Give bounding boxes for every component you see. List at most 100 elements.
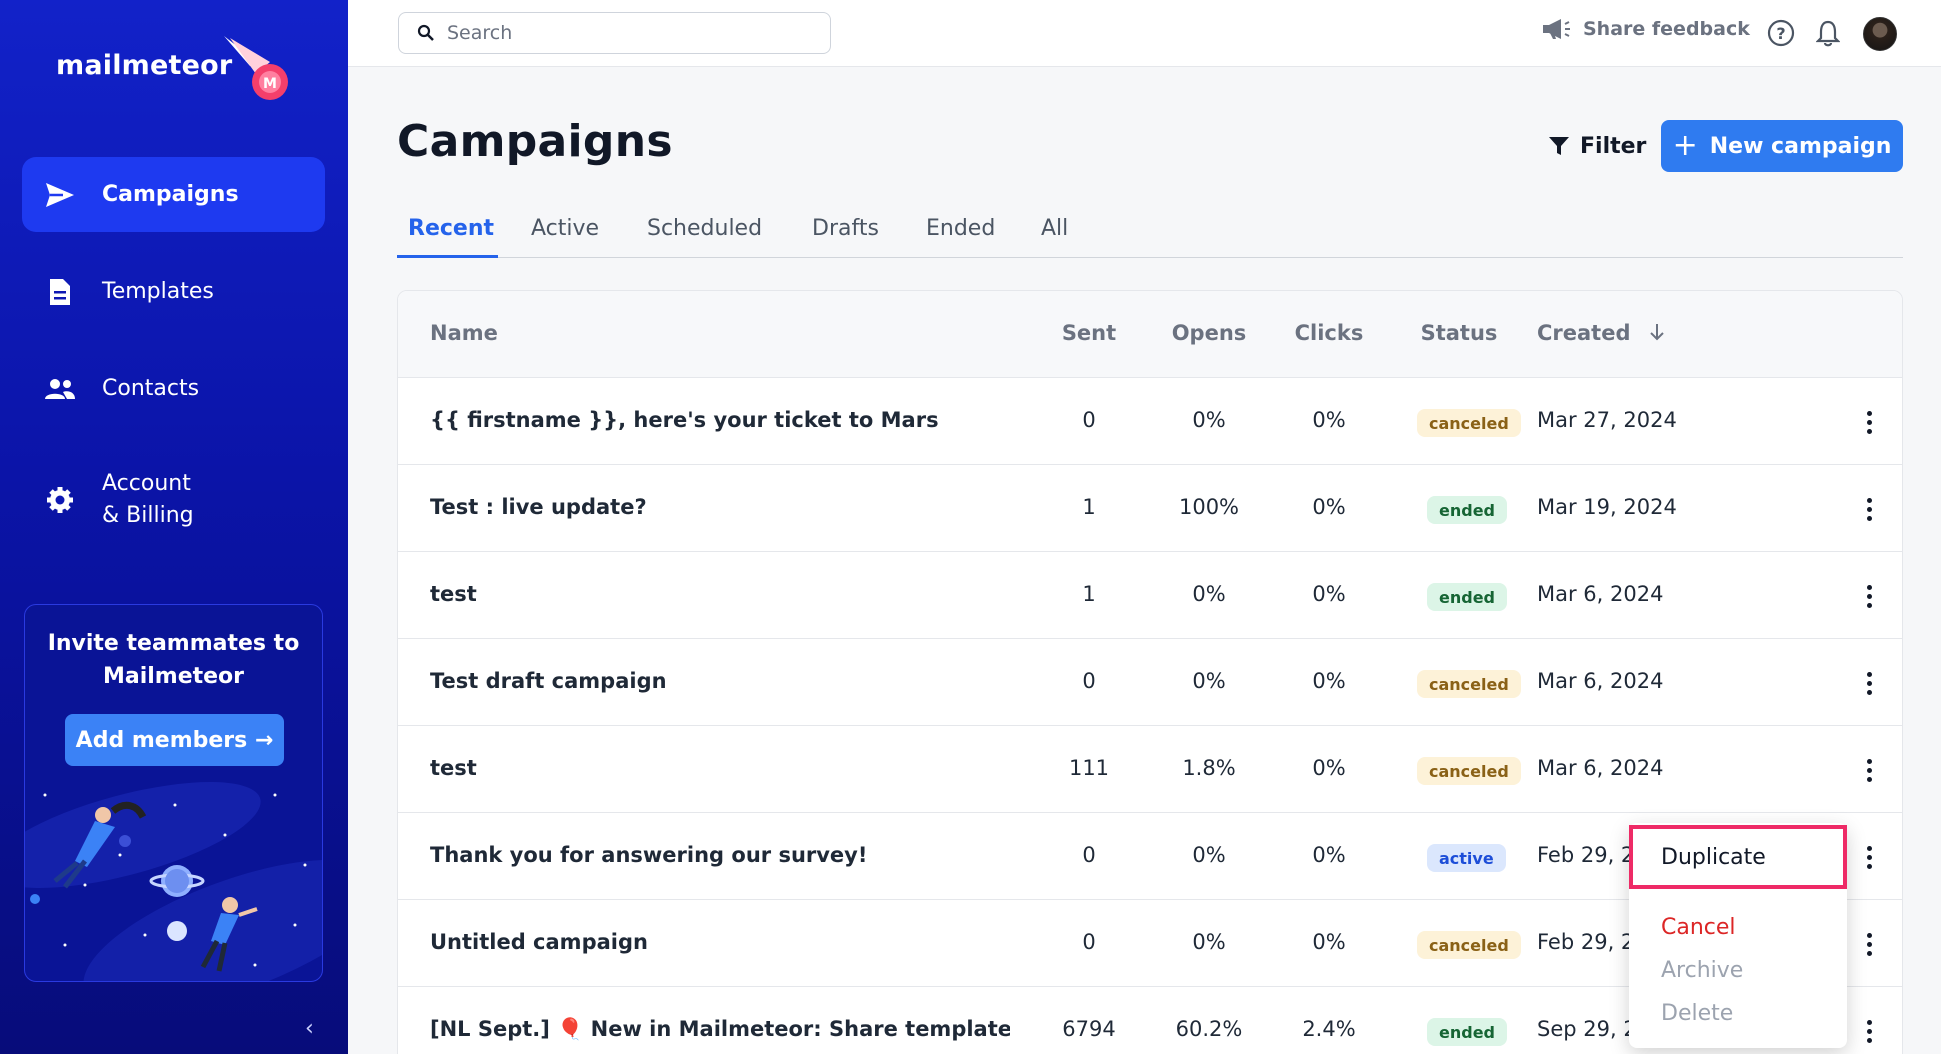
sidebar-item-templates[interactable]: Templates xyxy=(22,254,325,329)
campaign-name[interactable]: [NL Sept.] 🎈 New in Mailmeteor: Share te… xyxy=(430,1017,1010,1042)
add-members-button[interactable]: Add members → xyxy=(65,714,284,766)
more-options-icon[interactable] xyxy=(1854,841,1884,873)
opens-rate: 0% xyxy=(1192,843,1226,867)
sidebar-item-label: Contacts xyxy=(102,375,200,401)
space-illustration xyxy=(25,782,322,981)
more-options-icon[interactable] xyxy=(1854,493,1884,525)
status-badge: ended xyxy=(1427,496,1507,524)
menu-item-duplicate[interactable]: Duplicate xyxy=(1661,845,1766,870)
filter-button[interactable]: Filter xyxy=(1530,120,1664,172)
created-date: Mar 6, 2024 xyxy=(1537,756,1664,780)
bell-icon[interactable] xyxy=(1813,18,1843,48)
tab-active[interactable]: Active xyxy=(531,210,599,258)
clicks-rate: 0% xyxy=(1312,495,1346,519)
campaign-name[interactable]: Test draft campaign xyxy=(430,669,1010,693)
menu-item-delete[interactable]: Delete xyxy=(1661,1001,1733,1026)
more-options-icon[interactable] xyxy=(1854,406,1884,438)
menu-item-cancel[interactable]: Cancel xyxy=(1661,915,1736,940)
arrow-down-icon xyxy=(1650,324,1664,341)
campaign-name[interactable]: Test : live update? xyxy=(430,495,1010,519)
sidebar-item-label: Templates xyxy=(102,278,214,304)
opens-rate: 0% xyxy=(1192,669,1226,693)
campaign-name[interactable]: test xyxy=(430,756,1010,780)
table-row[interactable]: test 111 1.8% 0% canceled Mar 6, 2024 xyxy=(398,726,1902,813)
tab-all[interactable]: All xyxy=(1041,210,1068,258)
tab-recent[interactable]: Recent xyxy=(397,210,498,258)
share-feedback-button[interactable]: Share feedback xyxy=(1541,18,1750,40)
menu-item-archive[interactable]: Archive xyxy=(1661,958,1743,983)
invite-card: Invite teammates to Mailmeteor Add membe… xyxy=(24,604,323,982)
sent-count: 111 xyxy=(1068,756,1110,780)
created-date: Feb 29, 2 xyxy=(1537,843,1635,867)
opens-rate: 1.8% xyxy=(1182,756,1236,780)
column-header-sent[interactable]: Sent xyxy=(1039,321,1139,345)
clicks-rate: 0% xyxy=(1312,408,1346,432)
search-icon xyxy=(417,24,434,41)
column-header-status[interactable]: Status xyxy=(1399,321,1519,345)
column-header-name[interactable]: Name xyxy=(430,321,498,345)
clicks-rate: 0% xyxy=(1312,843,1346,867)
table-row[interactable]: Test : live update? 1 100% 0% ended Mar 19, 2… xyxy=(398,465,1902,552)
created-date: Sep 29, 2 xyxy=(1537,1017,1637,1041)
campaign-name[interactable]: Untitled campaign xyxy=(430,930,1010,954)
clicks-rate: 0% xyxy=(1312,669,1346,693)
status-badge: active xyxy=(1427,844,1506,872)
created-date: Feb 29, 2 xyxy=(1537,930,1635,954)
column-header-opens[interactable]: Opens xyxy=(1159,321,1259,345)
sent-count: 0 xyxy=(1082,408,1096,432)
status-badge: canceled xyxy=(1417,409,1521,437)
svg-text:?: ? xyxy=(1776,24,1785,43)
megaphone-icon xyxy=(1543,19,1570,39)
sent-count: 1 xyxy=(1082,495,1096,519)
column-header-clicks[interactable]: Clicks xyxy=(1279,321,1379,345)
sidebar-item-campaigns[interactable]: Campaigns xyxy=(22,157,325,232)
sidebar-item-label: Account & Billing xyxy=(102,471,194,528)
row-context-menu: Duplicate Cancel Archive Delete xyxy=(1629,823,1847,1048)
status-badge: canceled xyxy=(1417,931,1521,959)
new-campaign-button[interactable]: + New campaign xyxy=(1661,120,1903,172)
sidebar-item-account-billing[interactable]: Account & Billing xyxy=(22,461,325,539)
help-icon[interactable]: ? xyxy=(1766,18,1796,48)
opens-rate: 0% xyxy=(1192,582,1226,606)
campaign-name[interactable]: Thank you for answering our survey! xyxy=(430,843,1010,867)
status-badge: canceled xyxy=(1417,670,1521,698)
more-options-icon[interactable] xyxy=(1854,667,1884,699)
more-options-icon[interactable] xyxy=(1854,754,1884,786)
sent-count: 0 xyxy=(1082,930,1096,954)
sidebar: mailmeteor M Campaigns Templates Contact… xyxy=(0,0,348,1054)
svg-text:M: M xyxy=(263,76,277,92)
table-row[interactable]: Test draft campaign 0 0% 0% canceled Mar 6, 2… xyxy=(398,639,1902,726)
column-header-created-label: Created xyxy=(1537,321,1631,345)
tab-drafts[interactable]: Drafts xyxy=(812,210,879,258)
more-options-icon[interactable] xyxy=(1854,928,1884,960)
logo-text[interactable]: mailmeteor xyxy=(56,50,232,81)
avatar[interactable] xyxy=(1863,17,1897,51)
clicks-rate: 0% xyxy=(1312,756,1346,780)
table-row[interactable]: {{ firstname }}, here's your ticket to M… xyxy=(398,378,1902,465)
tab-scheduled[interactable]: Scheduled xyxy=(647,210,762,258)
send-icon xyxy=(42,177,78,213)
collapse-sidebar-button[interactable]: ‹ xyxy=(305,1016,314,1041)
gear-icon xyxy=(42,482,78,518)
sidebar-item-contacts[interactable]: Contacts xyxy=(22,351,325,426)
sent-count: 6794 xyxy=(1062,1017,1116,1041)
topbar: Share feedback ? xyxy=(348,0,1941,67)
clicks-rate: 2.4% xyxy=(1302,1017,1356,1041)
tab-ended[interactable]: Ended xyxy=(926,210,995,258)
status-badge: ended xyxy=(1427,1018,1507,1046)
document-icon xyxy=(42,274,78,310)
campaign-name[interactable]: test xyxy=(430,582,1010,606)
column-header-created[interactable]: Created xyxy=(1537,321,1666,345)
created-date: Mar 6, 2024 xyxy=(1537,582,1664,606)
opens-rate: 0% xyxy=(1192,930,1226,954)
search-bar[interactable] xyxy=(398,12,831,54)
more-options-icon[interactable] xyxy=(1854,580,1884,612)
campaign-name[interactable]: {{ firstname }}, here's your ticket to M… xyxy=(430,408,1010,432)
table-row[interactable]: test 1 0% 0% ended Mar 6, 2024 xyxy=(398,552,1902,639)
created-date: Mar 6, 2024 xyxy=(1537,669,1664,693)
status-badge: ended xyxy=(1427,583,1507,611)
filter-icon xyxy=(1549,137,1569,155)
search-input[interactable] xyxy=(447,22,807,44)
more-options-icon[interactable] xyxy=(1854,1015,1884,1047)
campaign-tabs: Recent Active Scheduled Drafts Ended All xyxy=(397,210,1903,258)
